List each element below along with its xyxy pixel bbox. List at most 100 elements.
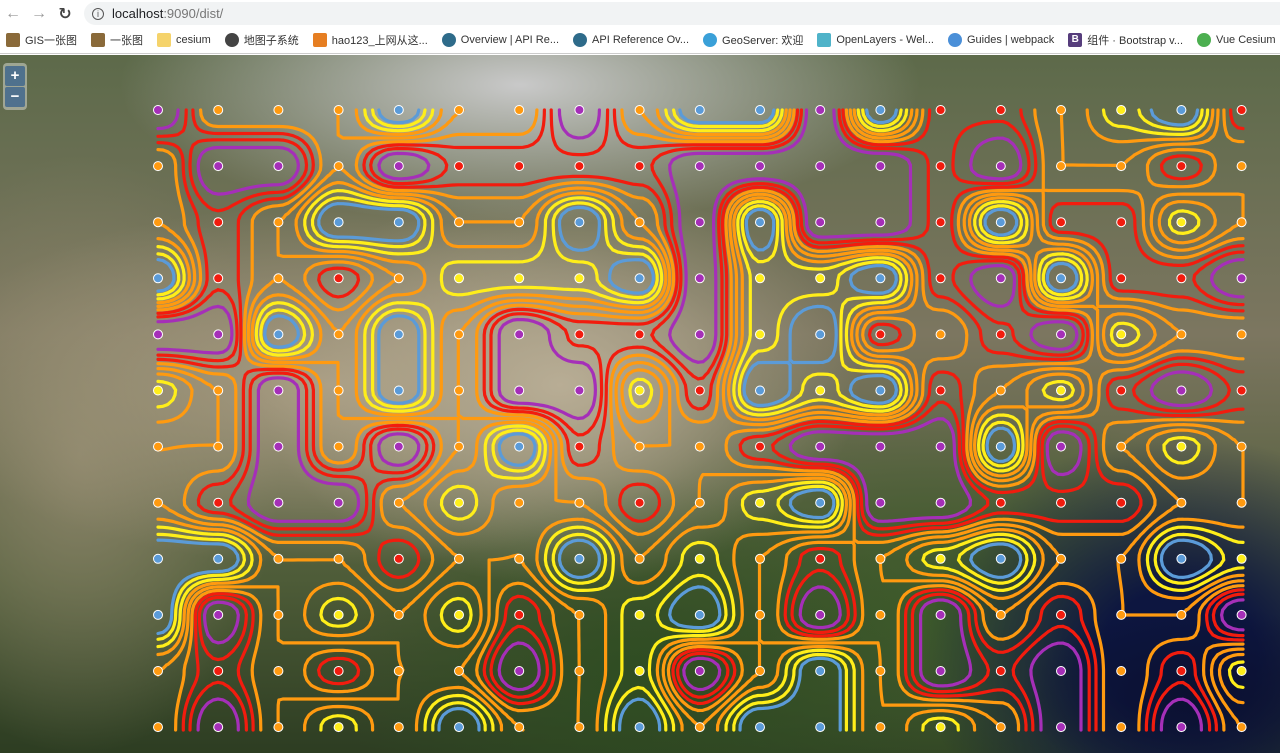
data-point-red[interactable]	[1116, 273, 1127, 284]
data-point-blue[interactable]	[694, 105, 705, 115]
data-point-red[interactable]	[935, 105, 946, 115]
data-point-purple[interactable]	[1176, 385, 1187, 396]
data-point-orange[interactable]	[333, 385, 344, 396]
data-point-purple[interactable]	[273, 441, 284, 452]
data-point-yellow[interactable]	[1056, 385, 1066, 396]
zoom-out-button[interactable]: −	[5, 87, 25, 107]
data-point-purple[interactable]	[935, 666, 946, 676]
data-point-yellow[interactable]	[755, 273, 765, 284]
forward-icon[interactable]: →	[26, 5, 52, 23]
data-point-red[interactable]	[935, 385, 946, 396]
data-point-red[interactable]	[995, 329, 1006, 340]
data-point-yellow[interactable]	[815, 273, 826, 284]
data-point-purple[interactable]	[694, 273, 705, 284]
data-point-orange[interactable]	[514, 553, 525, 564]
data-point-blue[interactable]	[875, 385, 886, 396]
data-point-orange[interactable]	[755, 553, 765, 564]
data-point-orange[interactable]	[634, 441, 645, 452]
back-icon[interactable]: ←	[0, 5, 26, 23]
data-point-orange[interactable]	[514, 497, 525, 508]
address-bar[interactable]: i localhost:9090/dist/	[84, 2, 1280, 25]
data-point-orange[interactable]	[153, 666, 163, 676]
data-point-blue[interactable]	[393, 217, 404, 228]
data-point-blue[interactable]	[995, 217, 1006, 228]
data-point-purple[interactable]	[935, 497, 946, 508]
data-point-purple[interactable]	[273, 385, 284, 396]
data-point-red[interactable]	[333, 273, 344, 284]
data-point-red[interactable]	[935, 217, 946, 228]
data-point-blue[interactable]	[1176, 105, 1187, 115]
data-point-red[interactable]	[1116, 385, 1127, 396]
data-point-orange[interactable]	[454, 217, 464, 228]
data-point-red[interactable]	[333, 666, 344, 676]
data-point-orange[interactable]	[393, 722, 404, 733]
data-point-red[interactable]	[1056, 609, 1066, 620]
data-point-red[interactable]	[213, 666, 224, 676]
data-point-purple[interactable]	[153, 329, 163, 340]
zoom-in-button[interactable]: +	[5, 66, 25, 86]
data-point-purple[interactable]	[875, 441, 886, 452]
data-point-purple[interactable]	[1236, 609, 1247, 620]
data-point-orange[interactable]	[755, 609, 765, 620]
data-point-red[interactable]	[1056, 217, 1066, 228]
data-point-red[interactable]	[935, 161, 946, 172]
data-point-orange[interactable]	[1116, 553, 1127, 564]
data-point-blue[interactable]	[634, 722, 645, 733]
bookmark-item[interactable]: Guides | webpack	[947, 33, 1054, 47]
data-point-orange[interactable]	[875, 609, 886, 620]
data-point-yellow[interactable]	[454, 497, 464, 508]
data-point-red[interactable]	[995, 666, 1006, 676]
data-point-orange[interactable]	[875, 666, 886, 676]
data-point-orange[interactable]	[1236, 329, 1247, 340]
data-point-purple[interactable]	[1056, 666, 1066, 676]
data-point-purple[interactable]	[995, 161, 1006, 172]
data-point-purple[interactable]	[153, 105, 163, 115]
data-point-purple[interactable]	[995, 273, 1006, 284]
data-point-red[interactable]	[694, 385, 705, 396]
data-point-red[interactable]	[393, 553, 404, 564]
data-point-orange[interactable]	[514, 217, 525, 228]
bookmark-item[interactable]: Vue Cesium	[1197, 33, 1276, 47]
data-point-yellow[interactable]	[634, 609, 645, 620]
data-point-orange[interactable]	[153, 497, 163, 508]
data-point-orange[interactable]	[1116, 609, 1127, 620]
data-point-purple[interactable]	[333, 497, 344, 508]
data-point-yellow[interactable]	[1236, 666, 1247, 676]
data-point-orange[interactable]	[333, 441, 344, 452]
data-point-purple[interactable]	[213, 722, 224, 733]
data-point-purple[interactable]	[755, 161, 765, 172]
data-point-purple[interactable]	[694, 666, 705, 676]
map-view[interactable]: + −	[0, 55, 1280, 753]
data-point-orange[interactable]	[454, 329, 464, 340]
data-point-yellow[interactable]	[935, 722, 946, 733]
data-point-purple[interactable]	[935, 609, 946, 620]
data-point-orange[interactable]	[454, 105, 464, 115]
data-point-orange[interactable]	[454, 666, 464, 676]
data-point-orange[interactable]	[875, 722, 886, 733]
data-point-blue[interactable]	[755, 217, 765, 228]
data-point-orange[interactable]	[454, 553, 464, 564]
data-point-blue[interactable]	[755, 722, 765, 733]
data-point-purple[interactable]	[514, 329, 525, 340]
data-point-yellow[interactable]	[634, 666, 645, 676]
data-point-blue[interactable]	[815, 722, 826, 733]
data-point-red[interactable]	[815, 553, 826, 564]
data-point-purple[interactable]	[1056, 441, 1066, 452]
data-point-purple[interactable]	[694, 161, 705, 172]
data-point-orange[interactable]	[574, 497, 585, 508]
data-point-yellow[interactable]	[333, 609, 344, 620]
data-point-orange[interactable]	[514, 722, 525, 733]
data-point-purple[interactable]	[815, 217, 826, 228]
data-point-orange[interactable]	[333, 161, 344, 172]
data-point-red[interactable]	[514, 161, 525, 172]
data-point-blue[interactable]	[393, 385, 404, 396]
data-point-orange[interactable]	[514, 105, 525, 115]
data-point-orange[interactable]	[574, 722, 585, 733]
data-point-orange[interactable]	[273, 273, 284, 284]
data-point-orange[interactable]	[273, 553, 284, 564]
data-point-purple[interactable]	[213, 609, 224, 620]
data-point-orange[interactable]	[995, 385, 1006, 396]
data-point-orange[interactable]	[273, 722, 284, 733]
data-point-yellow[interactable]	[514, 273, 525, 284]
data-point-red[interactable]	[574, 161, 585, 172]
